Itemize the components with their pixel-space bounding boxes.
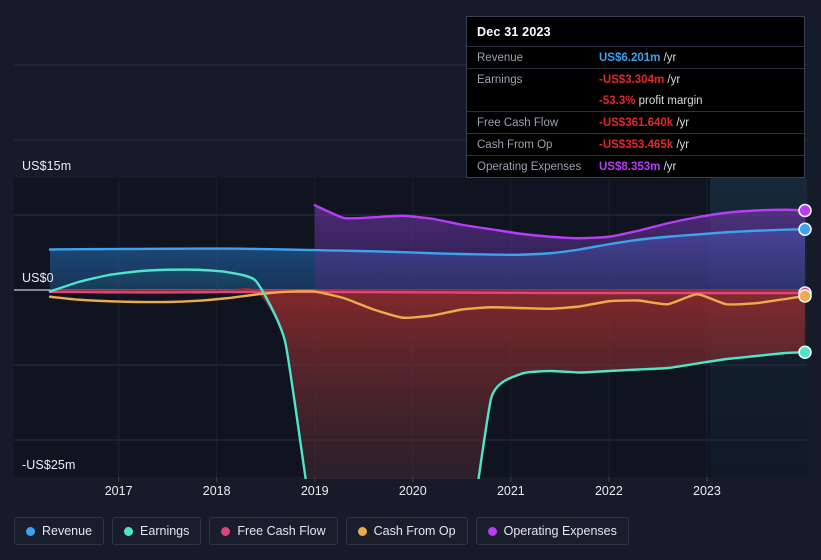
x-axis-label-2020: 2020	[398, 484, 427, 498]
legend-item-label: Earnings	[140, 524, 190, 538]
legend-item-cash-from-op[interactable]: Cash From Op	[345, 517, 468, 545]
tooltip-rows: Revenue US$6.201m /yr Earnings -US$3.304m /…	[467, 46, 804, 177]
legend-dot-icon	[124, 526, 134, 536]
tooltip-row-earnings: Earnings -US$3.304m /yr	[467, 68, 804, 90]
legend-dot-icon	[26, 526, 35, 536]
tooltip-row-label: Free Cash Flow	[477, 116, 559, 129]
tooltip-row-value: -53.3% profit margin	[599, 94, 703, 107]
tooltip-row-value: US$8.353m /yr	[599, 160, 677, 173]
tooltip-row-label: Operating Expenses	[477, 160, 582, 173]
legend-item-free-cash-flow[interactable]: Free Cash Flow	[209, 517, 338, 545]
x-axis-label-2022: 2022	[594, 484, 623, 498]
tooltip-row-free-cash-flow: Free Cash Flow -US$361.640k /yr	[467, 111, 804, 133]
x-axis-label-2018: 2018	[202, 484, 231, 498]
tooltip-row-label: Cash From Op	[477, 138, 553, 151]
tooltip-row-label: Revenue	[477, 51, 524, 64]
financial-chart: US$15m US$0 -US$25m 2017 2018 2019 2020 2021…	[0, 0, 821, 560]
chart-legend[interactable]: Revenue Earnings Free Cash Flow Cash From O…	[14, 517, 629, 545]
tooltip-row-value: -US$353.465k /yr	[599, 138, 690, 151]
legend-item-operating-expenses[interactable]: Operating Expenses	[475, 517, 629, 545]
y-axis-label-zero: US$0	[22, 271, 54, 285]
legend-item-earnings[interactable]: Earnings	[112, 517, 202, 545]
legend-item-label: Operating Expenses	[503, 524, 617, 538]
tooltip-row-label: Earnings	[477, 73, 523, 86]
tooltip-date: Dec 31 2023	[477, 25, 551, 39]
x-axis-label-2017: 2017	[104, 484, 133, 498]
legend-dot-icon	[487, 526, 497, 536]
legend-dot-icon	[357, 526, 367, 536]
tooltip-row-value: -US$361.640k /yr	[599, 116, 690, 129]
tooltip-row-operating-expenses: Operating Expenses US$8.353m /yr	[467, 155, 804, 177]
legend-item-label: Revenue	[42, 524, 93, 538]
tooltip-row-value: US$6.201m /yr	[599, 51, 677, 64]
x-axis-label-2019: 2019	[300, 484, 329, 498]
legend-dot-icon	[221, 526, 231, 536]
legend-item-revenue[interactable]: Revenue	[14, 517, 105, 545]
x-axis-label-2021: 2021	[496, 484, 525, 498]
y-axis-label-top: US$15m	[22, 159, 72, 173]
chart-tooltip: Dec 31 2023 Revenue US$6.201m /yr Earnings…	[466, 16, 805, 178]
tooltip-row-value: -US$3.304m /yr	[599, 73, 681, 86]
legend-item-label: Cash From Op	[373, 524, 456, 538]
x-axis-label-2023: 2023	[693, 484, 721, 498]
legend-item-label: Free Cash Flow	[237, 524, 326, 538]
tooltip-row-profit-margin: -53.3% profit margin	[467, 90, 804, 111]
tooltip-row-revenue: Revenue US$6.201m /yr	[467, 46, 804, 68]
tooltip-row-cash-from-op: Cash From Op -US$353.465k /yr	[467, 133, 804, 155]
y-axis-label-bottom: -US$25m	[22, 458, 76, 472]
